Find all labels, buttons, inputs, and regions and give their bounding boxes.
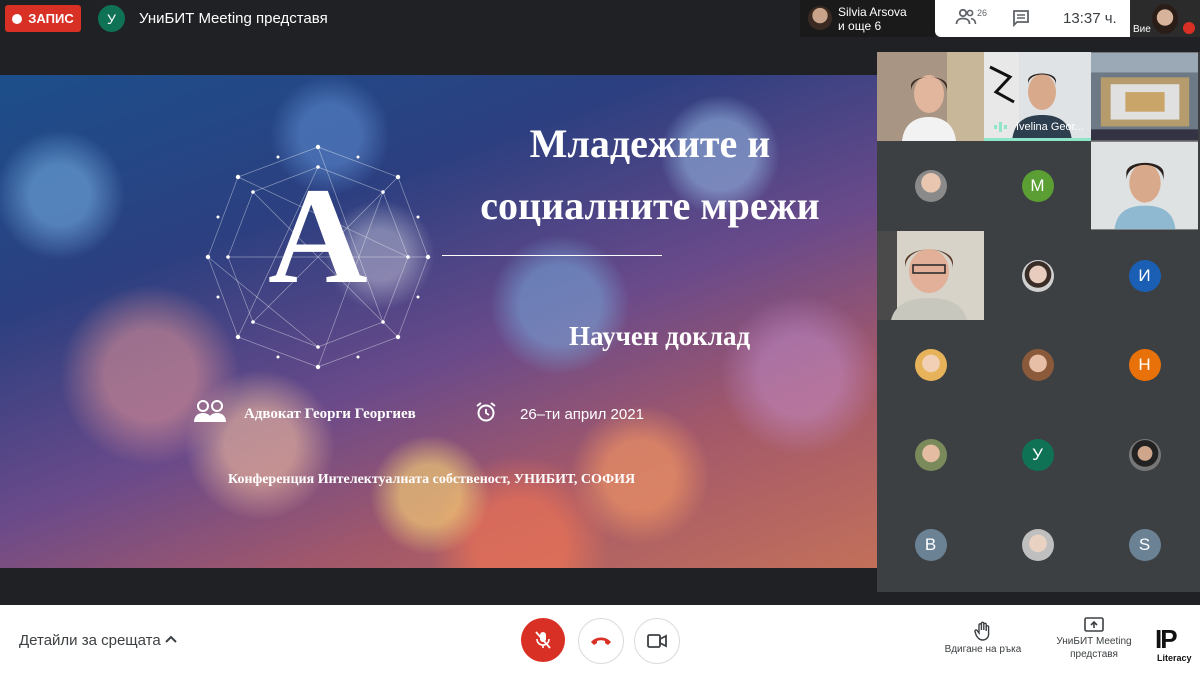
participant-tile[interactable]: S — [1091, 500, 1198, 589]
chevron-up-icon[interactable] — [165, 632, 177, 646]
participant-tile[interactable] — [877, 141, 984, 230]
participant-avatar — [1021, 528, 1054, 561]
participant-avatar: M — [1021, 169, 1054, 202]
slide-author: Адвокат Георги Георгиев — [244, 406, 416, 422]
participant-avatar — [1021, 348, 1054, 381]
participant-tile[interactable] — [1091, 52, 1198, 141]
participant-tile[interactable] — [877, 320, 984, 409]
participant-tile-speaking[interactable]: Ivelina Geor... — [984, 52, 1091, 141]
participant-tile[interactable] — [877, 231, 984, 320]
participant-avatar: И — [1128, 259, 1161, 292]
slide-subtitle: Научен доклад — [569, 321, 751, 351]
participant-tile[interactable]: И — [1091, 231, 1198, 320]
recording-indicator: ЗАПИС — [5, 5, 81, 32]
people-preview-name: Silvia Arsova — [838, 5, 907, 19]
presentation-slide: A Младежите и социалните мрежи Научен до… — [0, 75, 877, 568]
logo-subtext: Literacy — [1157, 653, 1192, 663]
ip-literacy-logo: IP Literacy — [1153, 624, 1200, 666]
self-view[interactable]: Вие — [1130, 0, 1200, 37]
alarm-clock-icon — [476, 402, 496, 422]
meeting-details-button[interactable]: Детайли за срещата — [19, 632, 161, 649]
participant-tile[interactable] — [877, 410, 984, 499]
slide-title: Младежите и социалните мрежи — [430, 113, 870, 237]
top-bar: ЗАПИС У УниБИТ Meeting представя Silvia … — [0, 0, 1200, 38]
participant-tile[interactable]: В — [877, 500, 984, 589]
clock: 13:37 ч. — [1063, 10, 1117, 27]
participant-tile[interactable] — [984, 231, 1091, 320]
slide-logo-letter: A — [268, 159, 368, 312]
self-label: Вие — [1133, 24, 1151, 35]
record-label: ЗАПИС — [28, 11, 74, 26]
slide-title-line2: социалните мрежи — [480, 183, 820, 228]
logo-text: IP — [1155, 624, 1178, 654]
participant-tile[interactable]: Н — [1091, 320, 1198, 409]
raise-hand-button[interactable]: Вдигане на ръка — [940, 621, 1026, 655]
participant-video — [877, 231, 984, 320]
presenting-text: УниБИТ Meeting представя — [139, 10, 328, 27]
bottom-toolbar: Детайли за срещата Вдигане на ръка УниБИ… — [0, 605, 1200, 675]
end-call-button[interactable] — [578, 618, 624, 664]
participant-avatar — [914, 438, 947, 471]
participant-tile[interactable] — [984, 500, 1091, 589]
participant-avatar: У — [1021, 438, 1054, 471]
slide-title-line1: Младежите и — [529, 121, 771, 166]
participant-name: Ivelina Geor... — [1016, 121, 1084, 133]
participant-tile[interactable] — [1091, 141, 1198, 230]
participant-tile[interactable] — [1091, 410, 1198, 499]
raise-hand-label: Вдигане на ръка — [944, 644, 1022, 655]
participant-photo — [808, 6, 832, 30]
participant-video — [877, 52, 984, 141]
participant-avatar — [1128, 438, 1161, 471]
present-label-line2: представя — [1070, 649, 1118, 660]
camera-icon — [647, 634, 667, 648]
present-screen-icon — [1084, 617, 1104, 632]
presentation-button[interactable]: УниБИТ Meeting представя — [1051, 617, 1137, 661]
audio-level-icon — [994, 122, 1007, 132]
people-preview[interactable]: Silvia Arsova и още 6 — [800, 0, 935, 37]
record-dot-icon — [12, 13, 23, 24]
mic-muted-icon — [1183, 22, 1195, 34]
people-preview-more: и още 6 — [838, 19, 882, 33]
participant-avatar: Н — [1128, 348, 1161, 381]
participant-avatar — [914, 348, 947, 381]
people-icon — [955, 8, 977, 25]
participant-video — [1091, 52, 1198, 141]
participant-tile[interactable]: У — [984, 410, 1091, 499]
mic-toggle-button[interactable] — [521, 618, 565, 662]
mic-off-icon — [535, 631, 551, 649]
participant-avatar — [1021, 259, 1054, 292]
participants-count: 26 — [977, 8, 988, 18]
participant-avatar: В — [914, 528, 947, 561]
participant-tile[interactable] — [984, 320, 1091, 409]
participant-tile[interactable] — [877, 52, 984, 141]
hang-up-icon — [591, 637, 611, 645]
slide-date: 26–ти април 2021 — [520, 406, 644, 423]
presenter-avatar: У — [98, 5, 125, 32]
participant-grid: Ivelina Geor... M И Н У В S — [877, 52, 1200, 592]
meeting-panel: 26 13:37 ч. — [935, 0, 1130, 37]
participant-avatar: S — [1128, 528, 1161, 561]
chat-button[interactable] — [1012, 9, 1030, 32]
hand-icon — [974, 621, 990, 641]
participant-avatar — [914, 169, 947, 202]
present-label-line1: УниБИТ Meeting — [1056, 636, 1132, 647]
participant-tile[interactable]: M — [984, 141, 1091, 230]
participants-button[interactable]: 26 — [955, 8, 995, 28]
participant-video — [1091, 141, 1198, 230]
self-video — [1152, 4, 1178, 34]
slide-conference: Конференция Интелектуалната собственост,… — [228, 472, 636, 487]
people-icon — [194, 400, 226, 422]
title-divider — [442, 255, 662, 256]
chat-icon — [1013, 10, 1029, 28]
camera-toggle-button[interactable] — [634, 618, 680, 664]
